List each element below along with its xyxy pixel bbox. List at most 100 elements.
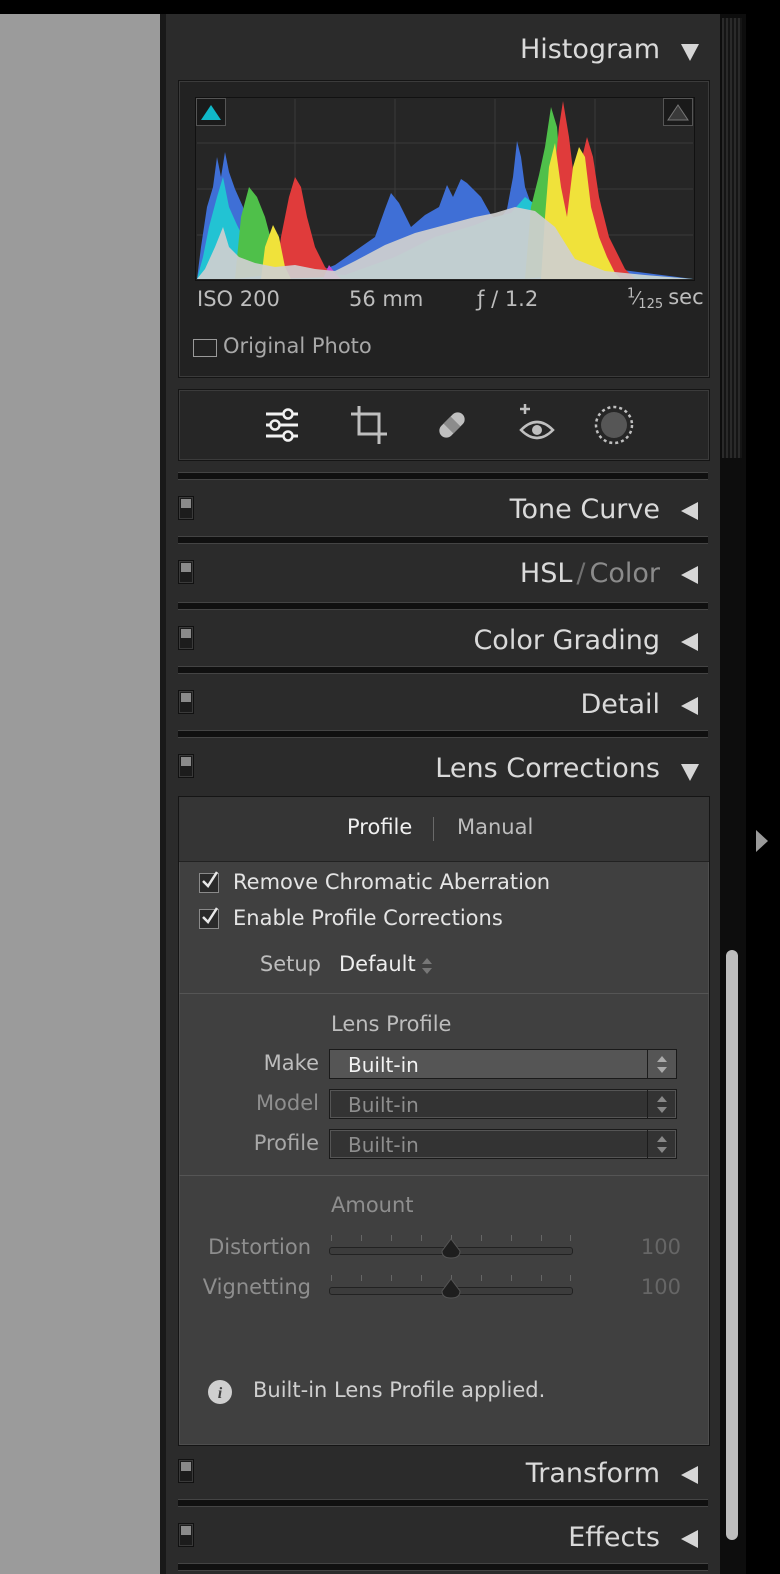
tab-profile[interactable]: Profile	[347, 815, 412, 839]
model-stepper[interactable]	[647, 1090, 676, 1118]
tone-curve-expand-icon[interactable]	[681, 502, 698, 520]
masking-icon[interactable]	[593, 404, 635, 446]
detail-expand-icon[interactable]	[681, 697, 698, 715]
vignetting-value[interactable]: 100	[609, 1275, 681, 1299]
info-icon: i	[208, 1380, 232, 1404]
enable-profile-label[interactable]: Enable Profile Corrections	[233, 906, 503, 930]
original-photo-checkbox[interactable]	[193, 339, 217, 357]
transform-toggle[interactable]	[178, 1459, 194, 1483]
histogram-collapse-icon[interactable]	[681, 44, 699, 61]
color-label: Color	[589, 558, 661, 589]
histogram-panel: ISO 200 56 mm ƒ / 1.2 1⁄125 sec Original…	[178, 80, 710, 378]
lens-corrections-collapse-icon[interactable]	[681, 764, 699, 781]
slider-thumb[interactable]	[439, 1277, 463, 1301]
hsl-slash: /	[576, 558, 586, 589]
checkmark-icon	[202, 871, 219, 888]
distortion-label: Distortion	[208, 1235, 311, 1259]
focal-length-value: 56 mm	[349, 287, 424, 311]
setup-value[interactable]: Default	[339, 952, 416, 976]
shutter-unit: sec	[668, 285, 704, 309]
enable-profile-checkbox[interactable]	[199, 907, 219, 929]
lens-info-message: Built-in Lens Profile applied.	[253, 1378, 546, 1402]
tab-manual[interactable]: Manual	[457, 815, 533, 839]
slider-thumb[interactable]	[439, 1237, 463, 1261]
lens-corrections-title[interactable]: Lens Corrections	[366, 753, 660, 784]
remove-ca-checkbox[interactable]	[199, 871, 219, 893]
photo-canvas[interactable]	[0, 14, 160, 1574]
profile-stepper[interactable]	[647, 1130, 676, 1158]
color-grading-title[interactable]: Color Grading	[366, 625, 660, 656]
shutter-denominator: 125	[638, 297, 664, 313]
hsl-color-toggle[interactable]	[178, 560, 194, 584]
outer-edge	[746, 14, 780, 1574]
develop-panel: Histogram ISO 200 56 mm ƒ / 1.2 1⁄125 se…	[166, 14, 720, 1574]
transform-title[interactable]: Transform	[366, 1458, 660, 1489]
crop-icon[interactable]	[349, 404, 387, 446]
iso-value: ISO 200	[197, 287, 280, 311]
effects-toggle[interactable]	[178, 1523, 194, 1547]
transform-expand-icon[interactable]	[681, 1466, 698, 1484]
amount-heading: Amount	[331, 1193, 414, 1217]
effects-title[interactable]: Effects	[366, 1522, 660, 1553]
tone-curve-toggle[interactable]	[178, 496, 194, 520]
section-divider	[178, 472, 708, 480]
vignetting-label: Vignetting	[202, 1275, 311, 1299]
top-bar	[0, 0, 780, 14]
section-divider	[178, 730, 708, 738]
profile-value: Built-in	[348, 1133, 419, 1157]
healing-icon[interactable]	[433, 406, 471, 444]
edit-sliders-icon[interactable]	[263, 406, 301, 444]
hsl-label: HSL	[519, 558, 573, 589]
tool-strip	[178, 389, 710, 461]
hsl-color-title[interactable]: HSL / Color	[366, 558, 660, 589]
lens-profile-heading: Lens Profile	[331, 1012, 452, 1036]
histogram-title[interactable]: Histogram	[366, 34, 660, 65]
highlight-clipping-icon	[667, 104, 689, 121]
make-stepper[interactable]	[647, 1050, 676, 1078]
make-select[interactable]: Built-in	[329, 1049, 677, 1079]
panel-scrollbar-thumb[interactable]	[726, 950, 738, 1540]
section-divider	[178, 1563, 708, 1571]
shadow-clipping-toggle[interactable]	[196, 98, 226, 126]
section-divider	[178, 1499, 708, 1507]
distortion-value[interactable]: 100	[609, 1235, 681, 1259]
color-grading-toggle[interactable]	[178, 626, 194, 650]
tab-divider	[433, 817, 434, 841]
red-eye-icon[interactable]	[517, 402, 557, 446]
profile-select[interactable]: Built-in	[329, 1129, 677, 1159]
setup-stepper-icon[interactable]	[421, 957, 433, 975]
tone-curve-title[interactable]: Tone Curve	[366, 494, 660, 525]
section-divider	[178, 602, 708, 610]
profile-label: Profile	[253, 1131, 319, 1155]
hsl-color-expand-icon[interactable]	[681, 566, 698, 584]
svg-text:i: i	[218, 1385, 223, 1402]
detail-toggle[interactable]	[178, 690, 194, 714]
color-grading-expand-icon[interactable]	[681, 633, 698, 651]
distortion-slider[interactable]	[329, 1235, 573, 1265]
effects-expand-icon[interactable]	[681, 1530, 698, 1548]
lens-tabs: Profile Manual	[179, 797, 709, 862]
vignetting-slider[interactable]	[329, 1275, 573, 1305]
section-divider	[178, 536, 708, 544]
model-value: Built-in	[348, 1093, 419, 1117]
select-arrows-icon	[657, 1096, 667, 1113]
select-arrows-icon	[657, 1056, 667, 1073]
detail-title[interactable]: Detail	[366, 689, 660, 720]
remove-ca-label[interactable]: Remove Chromatic Aberration	[233, 870, 550, 894]
make-label: Make	[263, 1051, 319, 1075]
expand-right-panel-icon[interactable]	[756, 830, 768, 852]
model-select[interactable]: Built-in	[329, 1089, 677, 1119]
shutter-speed: 1⁄125 sec	[627, 285, 704, 313]
lens-corrections-toggle[interactable]	[178, 754, 194, 778]
histogram-graph[interactable]	[195, 97, 695, 281]
divider	[179, 993, 709, 994]
select-arrows-icon	[657, 1136, 667, 1153]
highlight-clipping-toggle[interactable]	[663, 98, 693, 126]
panel-grip[interactable]	[722, 18, 742, 458]
make-value: Built-in	[348, 1053, 419, 1077]
original-photo-label[interactable]: Original Photo	[223, 334, 372, 358]
shadow-clipping-icon	[201, 105, 221, 120]
lens-corrections-body: Profile Manual Remove Chromatic Aberrati…	[178, 796, 710, 1446]
setup-label: Setup	[259, 952, 321, 976]
model-label: Model	[255, 1091, 319, 1115]
